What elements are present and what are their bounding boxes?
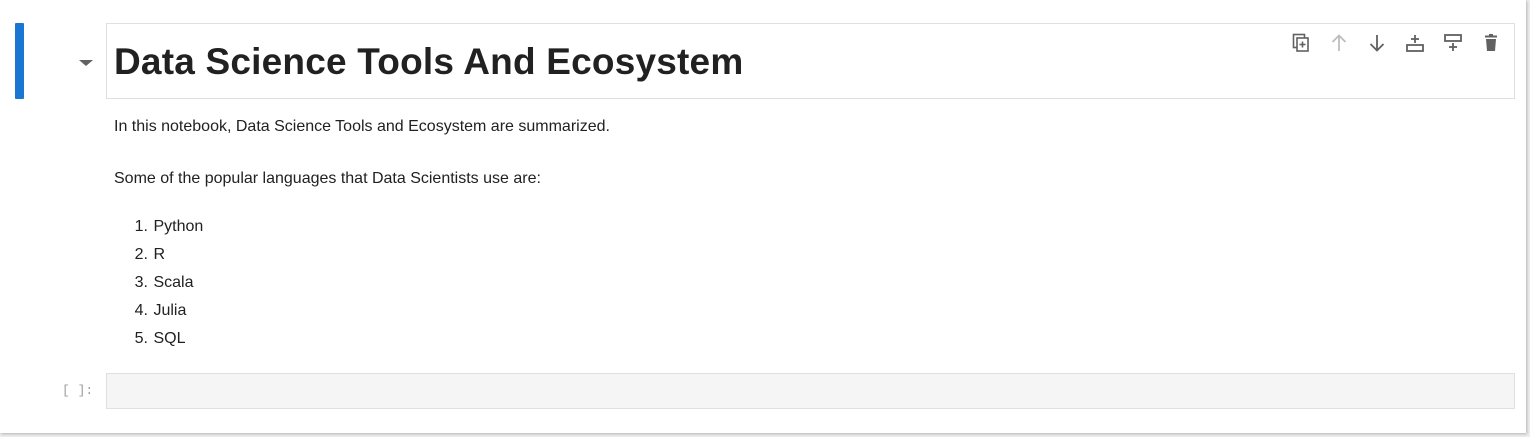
move-down-button[interactable]: [1358, 32, 1396, 54]
list-item-label: Julia: [153, 302, 187, 319]
code-cell-editor[interactable]: [106, 373, 1515, 409]
list-item-label: Python: [153, 218, 204, 235]
arrow-down-icon: [1369, 35, 1385, 52]
notebook-heading: Data Science Tools And Ecosystem: [114, 41, 744, 82]
languages-intro-paragraph: Some of the popular languages that Data …: [114, 170, 541, 187]
list-item-label: SQL: [153, 330, 186, 347]
list-item: 4. Julia: [114, 297, 203, 325]
active-cell-indicator[interactable]: [15, 23, 24, 99]
delete-cell-button[interactable]: [1472, 32, 1510, 54]
insert-below-button[interactable]: [1434, 32, 1472, 54]
cell-toolbar: [1282, 32, 1510, 54]
list-number: 4.: [134, 302, 148, 319]
list-item: 1. Python: [114, 213, 204, 241]
notebook-panel: Data Science Tools And Ecosystem In this…: [0, 0, 1526, 433]
list-number: 3.: [134, 274, 148, 291]
list-number: 1.: [134, 218, 148, 235]
list-item: 5. SQL: [114, 325, 203, 353]
insert-below-icon: [1444, 34, 1462, 51]
insert-above-button[interactable]: [1396, 32, 1434, 54]
languages-list: 1. Python 2. R 3. Scala 4. Julia 5. SQL: [114, 213, 204, 353]
heading-cell[interactable]: Data Science Tools And Ecosystem: [106, 23, 1515, 99]
arrow-up-icon: [1331, 34, 1347, 51]
execution-prompt: [ ]:: [62, 383, 94, 398]
move-up-button[interactable]: [1320, 32, 1358, 54]
intro-paragraph: In this notebook, Data Science Tools and…: [114, 118, 610, 135]
list-number: 2.: [134, 246, 148, 263]
list-item-label: Scala: [153, 274, 194, 291]
list-number: 5.: [134, 330, 148, 347]
list-item-label: R: [153, 246, 166, 263]
copy-icon: [1292, 33, 1309, 52]
list-item: 2. R: [114, 241, 203, 269]
list-item: 3. Scala: [114, 269, 203, 297]
insert-above-icon: [1406, 35, 1424, 52]
collapse-heading-caret-icon[interactable]: [79, 60, 93, 66]
duplicate-cell-button[interactable]: [1282, 32, 1320, 54]
trash-icon: [1485, 34, 1497, 51]
